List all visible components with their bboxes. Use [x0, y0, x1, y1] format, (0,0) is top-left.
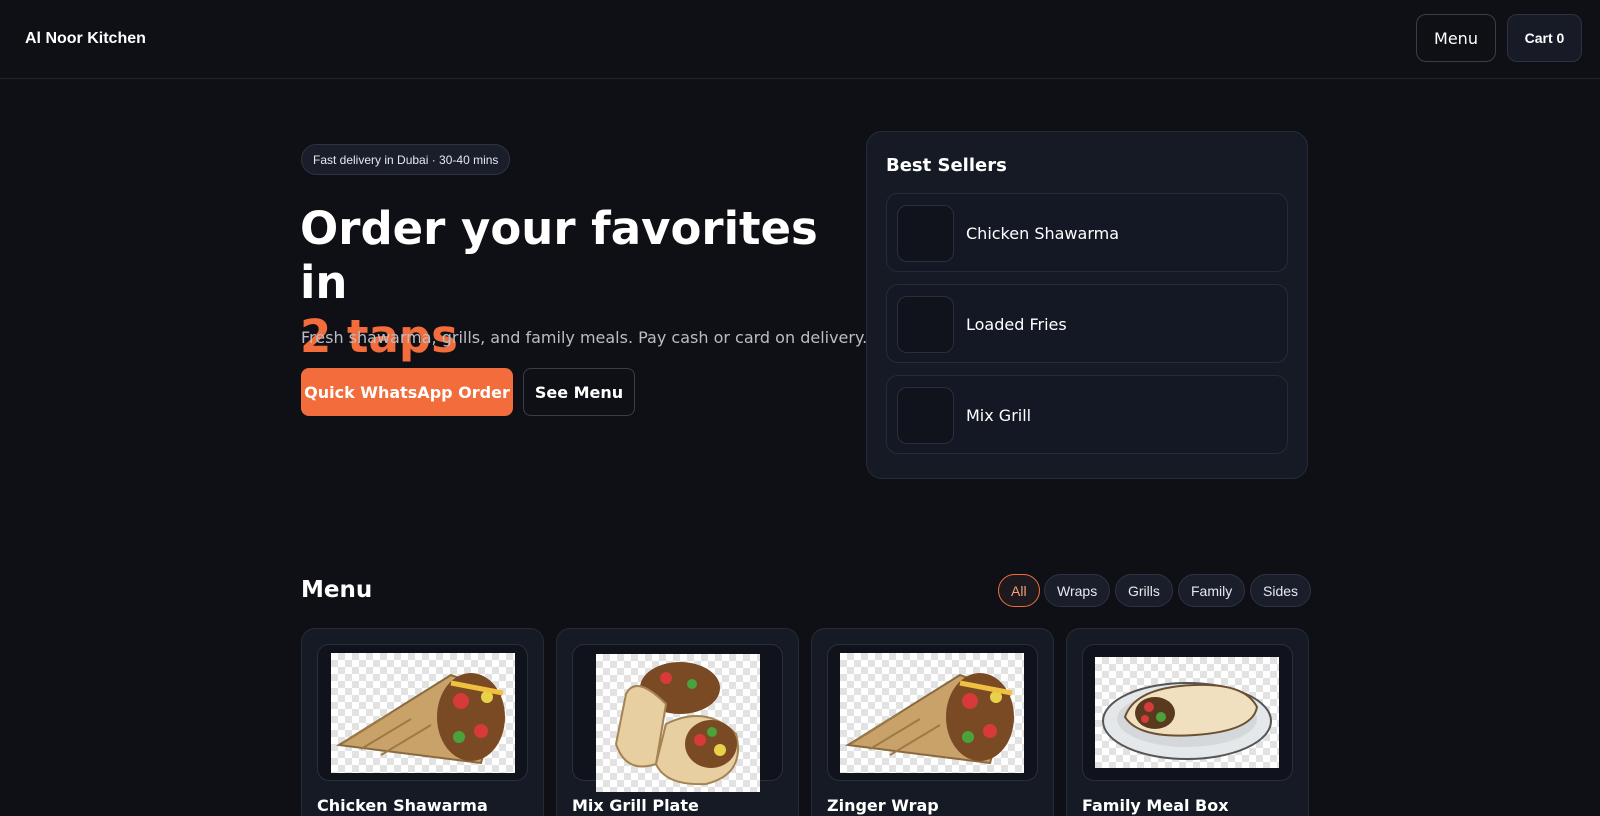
- menu-item-card[interactable]: Zinger Wrap: [811, 628, 1054, 816]
- menu-button[interactable]: Menu: [1416, 14, 1496, 62]
- menu-item-name: Chicken Shawarma: [317, 796, 488, 815]
- menu-item-card[interactable]: Family Meal Box: [1066, 628, 1309, 816]
- best-sellers-card: Best Sellers Chicken Shawarma Loaded Fri…: [866, 131, 1308, 479]
- item-thumbnail: [897, 205, 954, 262]
- top-bar: Al Noor Kitchen Menu Cart 0: [0, 0, 1600, 79]
- see-menu-button[interactable]: See Menu: [523, 368, 635, 416]
- menu-item-name: Mix Grill Plate: [572, 796, 699, 815]
- filter-family[interactable]: Family: [1178, 574, 1246, 607]
- menu-item-card[interactable]: Mix Grill Plate: [556, 628, 799, 816]
- best-seller-item[interactable]: Chicken Shawarma: [886, 193, 1288, 272]
- menu-heading: Menu: [301, 577, 373, 603]
- hero-subtitle: Fresh shawarma, grills, and family meals…: [301, 328, 868, 347]
- shawarma-cone-image: [331, 653, 515, 773]
- menu-item-name: Zinger Wrap: [827, 796, 939, 815]
- filter-sides[interactable]: Sides: [1250, 574, 1312, 607]
- menu-item-name: Family Meal Box: [1082, 796, 1229, 815]
- best-seller-name: Loaded Fries: [966, 315, 1067, 334]
- hero-title-main: Order your favorites in: [300, 202, 818, 309]
- filter-wraps[interactable]: Wraps: [1044, 574, 1111, 607]
- delivery-badge: Fast delivery in Dubai · 30-40 mins: [301, 144, 511, 175]
- cart-button[interactable]: Cart 0: [1507, 14, 1582, 62]
- best-seller-item[interactable]: Mix Grill: [886, 375, 1288, 454]
- filter-grills[interactable]: Grills: [1115, 574, 1173, 607]
- best-seller-name: Mix Grill: [966, 406, 1032, 425]
- brand-name[interactable]: Al Noor Kitchen: [25, 30, 146, 48]
- best-seller-name: Chicken Shawarma: [966, 224, 1119, 243]
- shawarma-cone-image: [840, 653, 1024, 773]
- filter-all[interactable]: All: [998, 574, 1040, 607]
- item-thumbnail: [897, 296, 954, 353]
- best-seller-item[interactable]: Loaded Fries: [886, 284, 1288, 363]
- menu-item-card[interactable]: Chicken Shawarma: [301, 628, 544, 816]
- double-wrap-image: [596, 654, 760, 792]
- whatsapp-order-button[interactable]: Quick WhatsApp Order: [301, 368, 513, 416]
- wrap-on-plate-image: [1095, 657, 1279, 768]
- best-sellers-title: Best Sellers: [886, 155, 1007, 176]
- item-thumbnail: [897, 387, 954, 444]
